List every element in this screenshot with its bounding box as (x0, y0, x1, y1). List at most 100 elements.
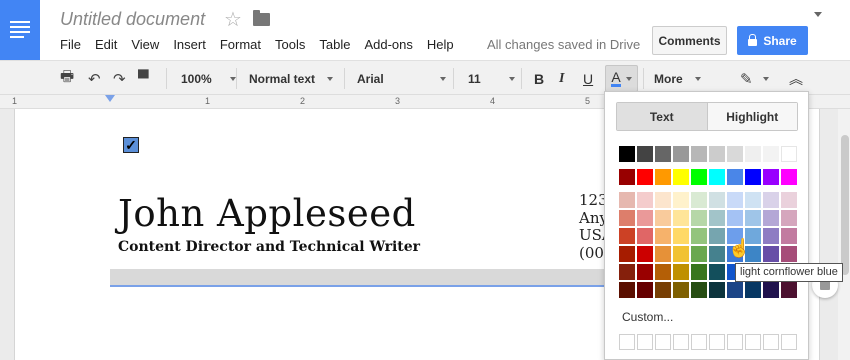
tab-highlight[interactable]: Highlight (707, 103, 797, 130)
indent-marker-icon[interactable] (105, 95, 115, 102)
color-swatch[interactable] (637, 192, 653, 208)
color-swatch[interactable] (619, 264, 635, 280)
menu-view[interactable]: View (131, 37, 159, 52)
color-swatch[interactable] (691, 264, 707, 280)
color-swatch[interactable] (691, 228, 707, 244)
paint-format-icon[interactable]: ▀ (138, 61, 149, 96)
color-swatch[interactable] (655, 264, 671, 280)
color-swatch[interactable] (727, 192, 743, 208)
resume-subtitle[interactable]: Content Director and Technical Writer (118, 239, 420, 255)
color-swatch[interactable] (781, 246, 797, 262)
custom-color-swatch[interactable] (691, 334, 707, 350)
color-swatch[interactable] (655, 169, 671, 185)
color-swatch[interactable] (763, 282, 779, 298)
color-swatch[interactable] (709, 192, 725, 208)
color-swatch[interactable] (763, 210, 779, 226)
color-swatch[interactable] (745, 192, 761, 208)
italic-button[interactable]: I (559, 61, 564, 96)
menu-insert[interactable]: Insert (173, 37, 206, 52)
color-swatch[interactable] (637, 210, 653, 226)
color-swatch[interactable] (709, 246, 725, 262)
folder-icon[interactable] (253, 10, 270, 26)
comments-button[interactable]: Comments (652, 26, 727, 55)
color-swatch[interactable] (673, 246, 689, 262)
color-swatch[interactable] (781, 210, 797, 226)
color-swatch[interactable] (619, 282, 635, 298)
menu-format[interactable]: Format (220, 37, 261, 52)
color-swatch[interactable] (745, 282, 761, 298)
bold-button[interactable]: B (534, 61, 544, 96)
color-swatch[interactable] (709, 228, 725, 244)
color-swatch[interactable] (691, 146, 707, 162)
color-swatch[interactable] (763, 192, 779, 208)
color-swatch[interactable] (781, 282, 797, 298)
color-swatch[interactable] (745, 169, 761, 185)
color-swatch[interactable] (763, 246, 779, 262)
color-swatch[interactable] (655, 246, 671, 262)
color-swatch[interactable] (763, 146, 779, 162)
share-button[interactable]: Share (737, 26, 808, 55)
color-swatch[interactable] (619, 146, 635, 162)
color-swatch[interactable] (673, 146, 689, 162)
color-swatch[interactable] (655, 146, 671, 162)
color-swatch[interactable] (691, 210, 707, 226)
account-menu-caret-icon[interactable] (814, 12, 822, 17)
color-swatch[interactable] (673, 210, 689, 226)
custom-color-swatch[interactable] (709, 334, 725, 350)
color-swatch[interactable] (691, 246, 707, 262)
menu-edit[interactable]: Edit (95, 37, 117, 52)
tab-text[interactable]: Text (617, 103, 708, 130)
color-swatch[interactable] (655, 192, 671, 208)
color-swatch[interactable] (781, 146, 797, 162)
color-swatch[interactable] (673, 192, 689, 208)
color-swatch[interactable] (745, 210, 761, 226)
color-swatch[interactable] (691, 192, 707, 208)
color-swatch[interactable] (619, 192, 635, 208)
menu-file[interactable]: File (60, 37, 81, 52)
custom-color-swatch[interactable] (745, 334, 761, 350)
text-color-button[interactable]: A (605, 65, 638, 92)
color-swatch[interactable] (673, 228, 689, 244)
custom-color-swatch[interactable] (781, 334, 797, 350)
color-swatch[interactable] (655, 210, 671, 226)
color-swatch[interactable] (727, 169, 743, 185)
color-swatch[interactable] (727, 282, 743, 298)
color-swatch[interactable] (673, 264, 689, 280)
color-swatch[interactable] (727, 210, 743, 226)
menu-help[interactable]: Help (427, 37, 454, 52)
zoom-select[interactable]: 100% (181, 61, 236, 96)
color-swatch[interactable] (619, 210, 635, 226)
scrollbar-thumb[interactable] (841, 135, 849, 275)
redo-icon[interactable]: ↷ (113, 61, 126, 96)
color-swatch[interactable] (655, 228, 671, 244)
custom-color-swatch[interactable] (655, 334, 671, 350)
color-swatch[interactable] (745, 146, 761, 162)
menu-addons[interactable]: Add-ons (364, 37, 412, 52)
custom-color-link[interactable]: Custom... (622, 310, 673, 324)
color-swatch[interactable] (781, 228, 797, 244)
menu-table[interactable]: Table (319, 37, 350, 52)
color-swatch[interactable] (691, 282, 707, 298)
color-swatch[interactable] (637, 146, 653, 162)
color-swatch[interactable] (709, 282, 725, 298)
custom-color-swatch[interactable] (619, 334, 635, 350)
color-swatch[interactable] (781, 169, 797, 185)
undo-icon[interactable]: ↶ (88, 61, 101, 96)
star-icon[interactable]: ☆ (224, 7, 242, 32)
color-swatch[interactable] (709, 146, 725, 162)
color-swatch[interactable] (673, 169, 689, 185)
custom-color-swatch[interactable] (673, 334, 689, 350)
custom-color-swatch[interactable] (637, 334, 653, 350)
custom-color-swatch[interactable] (727, 334, 743, 350)
font-select[interactable]: Arial (357, 61, 446, 96)
color-swatch[interactable] (637, 228, 653, 244)
color-swatch[interactable] (709, 169, 725, 185)
color-swatch[interactable] (709, 264, 725, 280)
color-swatch[interactable] (619, 228, 635, 244)
color-swatch[interactable] (637, 282, 653, 298)
selected-swatch-check-icon[interactable]: ✓ (123, 137, 139, 153)
underline-button[interactable]: U (583, 61, 593, 96)
menu-tools[interactable]: Tools (275, 37, 305, 52)
style-select[interactable]: Normal text (249, 61, 334, 96)
color-swatch[interactable] (763, 228, 779, 244)
